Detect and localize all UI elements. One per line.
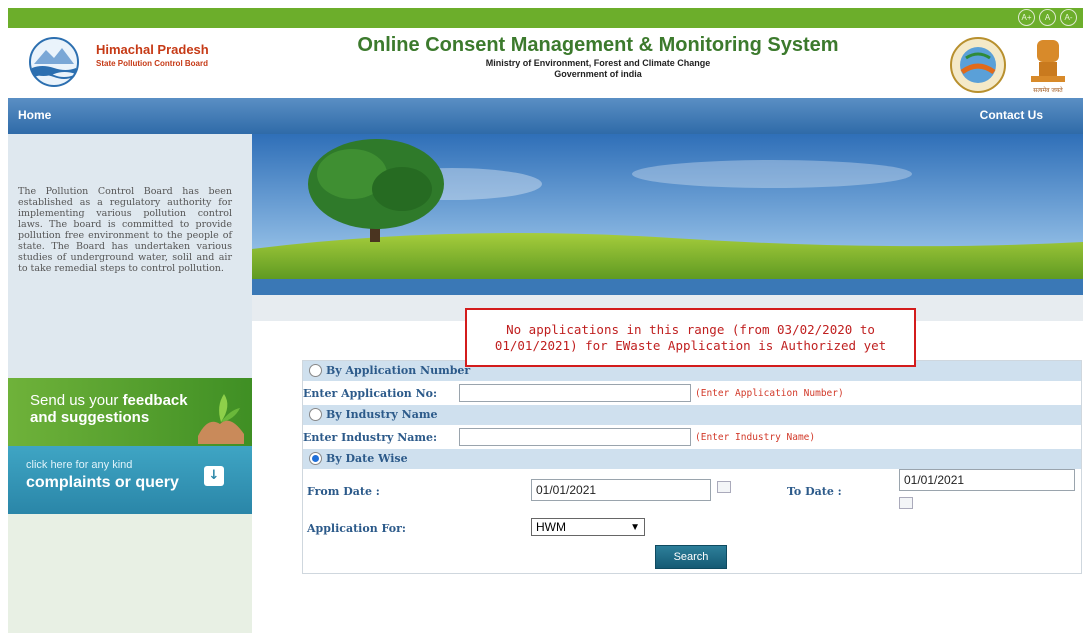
search-form: By Application Number Enter Application … bbox=[302, 360, 1082, 574]
org-name-block: Himachal Pradesh State Pollution Control… bbox=[96, 42, 209, 68]
radio-by-date[interactable] bbox=[309, 452, 322, 465]
feedback-banner[interactable]: Send us your feedback and suggestions bbox=[8, 378, 252, 446]
org-subtitle: State Pollution Control Board bbox=[96, 59, 208, 68]
search-button[interactable]: Search bbox=[655, 545, 727, 569]
alert-line-2: 01/01/2021) for EWaste Application is Au… bbox=[494, 337, 887, 353]
state-seal-icon bbox=[950, 37, 1006, 93]
banner-divider bbox=[252, 279, 1083, 295]
from-date-label: From Date : bbox=[307, 485, 380, 498]
site-header: Himachal Pradesh State Pollution Control… bbox=[8, 28, 1083, 98]
left-sidebar: The Pollution Control Board has been est… bbox=[8, 134, 252, 633]
radio-by-application[interactable] bbox=[309, 364, 322, 377]
feedback-text: Send us your feedback and suggestions bbox=[30, 392, 188, 426]
from-date-calendar-icon[interactable] bbox=[717, 481, 731, 493]
plant-hands-icon bbox=[198, 394, 244, 444]
system-title-block: Online Consent Management & Monitoring S… bbox=[328, 34, 868, 79]
complaint-big-text: complaints or query bbox=[26, 474, 179, 491]
alert-line-1: No applications in this range (from 03/0… bbox=[506, 321, 875, 337]
about-panel: The Pollution Control Board has been est… bbox=[8, 134, 252, 378]
about-text: The Pollution Control Board has been est… bbox=[18, 186, 232, 274]
tree-banner-image bbox=[252, 134, 1083, 279]
complaint-small-text: click here for any kind bbox=[26, 459, 133, 471]
application-no-hint: (Enter Application Number) bbox=[695, 388, 844, 399]
section-by-date: By Date Wise bbox=[303, 449, 1081, 469]
error-alert: No applications in this range (from 03/0… bbox=[465, 308, 916, 367]
to-date-label: To Date : bbox=[787, 485, 842, 498]
svg-text:सत्यमेव जयते: सत्यमेव जयते bbox=[1033, 86, 1063, 94]
radio-by-industry[interactable] bbox=[309, 408, 322, 421]
to-date-input[interactable]: 01/01/2021 bbox=[899, 469, 1075, 491]
org-name: Himachal Pradesh bbox=[96, 42, 209, 57]
font-decrease-button[interactable]: A- bbox=[1060, 9, 1077, 26]
to-date-calendar-icon[interactable] bbox=[899, 497, 913, 509]
board-logo-icon bbox=[29, 37, 79, 87]
application-for-label: Application For: bbox=[307, 522, 406, 535]
national-emblem-icon: सत्यमेव जयते bbox=[1031, 40, 1065, 94]
industry-name-label: Enter Industry Name: bbox=[303, 431, 438, 444]
application-for-select[interactable]: HWM ▼ bbox=[531, 518, 645, 536]
font-normal-button[interactable]: A bbox=[1039, 9, 1056, 26]
industry-name-input[interactable] bbox=[459, 428, 691, 446]
font-size-controls: A+ A A- bbox=[1018, 9, 1077, 26]
industry-name-hint: (Enter Industry Name) bbox=[695, 432, 816, 443]
from-date-input[interactable]: 01/01/2021 bbox=[531, 479, 711, 501]
nav-home-link[interactable]: Home bbox=[18, 108, 51, 122]
font-increase-button[interactable]: A+ bbox=[1018, 9, 1035, 26]
complaint-banner[interactable]: click here for any kind complaints or qu… bbox=[8, 446, 252, 514]
ministry-name: Ministry of Environment, Forest and Clim… bbox=[485, 58, 711, 68]
chevron-down-icon: ▼ bbox=[630, 522, 640, 533]
download-arrow-icon: ↓ bbox=[204, 466, 224, 486]
top-accent-bar: A+ A A- bbox=[8, 8, 1083, 28]
application-no-label: Enter Application No: bbox=[303, 387, 438, 400]
section-by-industry: By Industry Name bbox=[303, 405, 1081, 425]
main-nav-bar: Home Contact Us bbox=[8, 98, 1083, 134]
government-name: Government of india bbox=[554, 69, 642, 79]
nav-contact-link[interactable]: Contact Us bbox=[980, 108, 1043, 122]
application-no-input[interactable] bbox=[459, 384, 691, 402]
system-title: Online Consent Management & Monitoring S… bbox=[357, 34, 839, 56]
